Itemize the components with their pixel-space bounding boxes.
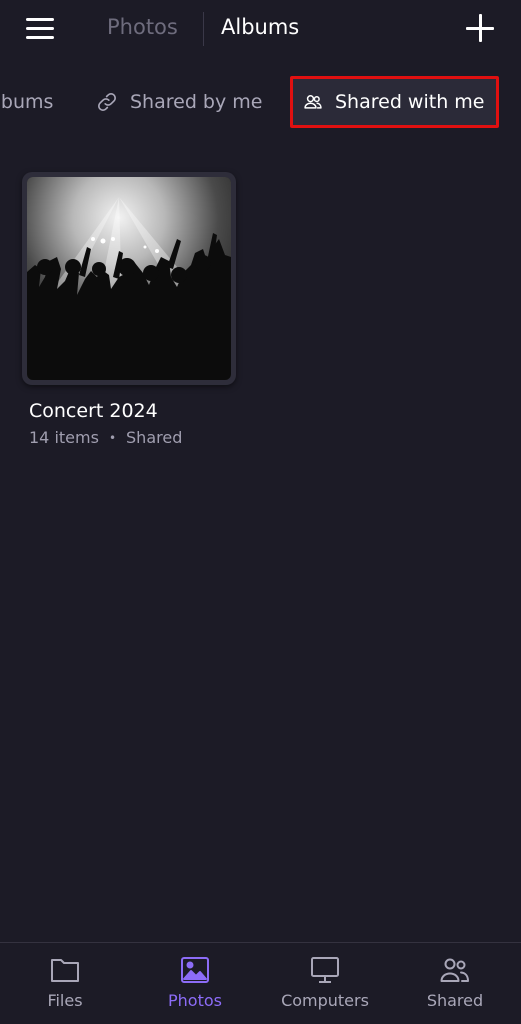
people-icon <box>440 958 469 982</box>
filter-shared-by-me[interactable]: Shared by me <box>96 74 262 130</box>
app: Photos Albums albums Shared by me Shared… <box>0 0 521 1024</box>
nav-computers-label: Computers <box>281 991 369 1010</box>
monitor-icon <box>311 957 339 983</box>
nav-shared-label: Shared <box>426 991 484 1010</box>
add-album-button[interactable] <box>464 12 496 44</box>
nav-photos-label: Photos <box>168 991 222 1010</box>
nav-files[interactable]: Files <box>0 955 130 1010</box>
concert-photo-image <box>27 177 231 380</box>
menu-icon-bar <box>26 18 54 21</box>
filter-shared-by-me-label: Shared by me <box>130 91 263 113</box>
menu-button[interactable] <box>26 16 56 42</box>
header: Photos Albums <box>0 0 521 58</box>
people-icon <box>304 95 322 109</box>
bottom-navigation: Files Photos Computers Shared <box>0 942 521 1024</box>
filter-shared-with-me-label: Shared with me <box>335 91 485 113</box>
separator-dot: • <box>108 430 117 445</box>
album-card[interactable]: Concert 2024 14 items • Shared <box>22 172 236 447</box>
album-thumbnail <box>22 172 236 385</box>
link-icon <box>98 93 116 111</box>
menu-icon-bar <box>26 36 54 39</box>
album-filters: albums Shared by me Shared with me <box>0 74 521 134</box>
tab-albums[interactable]: Albums <box>221 15 299 39</box>
filter-shared-with-me[interactable]: Shared with me <box>290 76 499 128</box>
filter-all-albums-label: albums <box>0 91 54 113</box>
tab-photos[interactable]: Photos <box>107 15 178 39</box>
nav-photos[interactable]: Photos <box>130 955 260 1010</box>
album-title: Concert 2024 <box>29 400 158 422</box>
image-icon <box>181 957 209 983</box>
nav-files-label: Files <box>47 991 83 1010</box>
concert-photo <box>27 177 231 380</box>
album-meta: 14 items • Shared <box>29 428 236 447</box>
folder-icon <box>51 959 79 982</box>
menu-icon-bar <box>26 27 54 30</box>
album-item-count: 14 items <box>29 428 99 447</box>
filter-all-albums[interactable]: albums <box>0 74 53 130</box>
tab-divider <box>203 12 204 46</box>
nav-computers[interactable]: Computers <box>260 955 390 1010</box>
nav-shared[interactable]: Shared <box>390 955 520 1010</box>
album-share-status: Shared <box>126 428 183 447</box>
